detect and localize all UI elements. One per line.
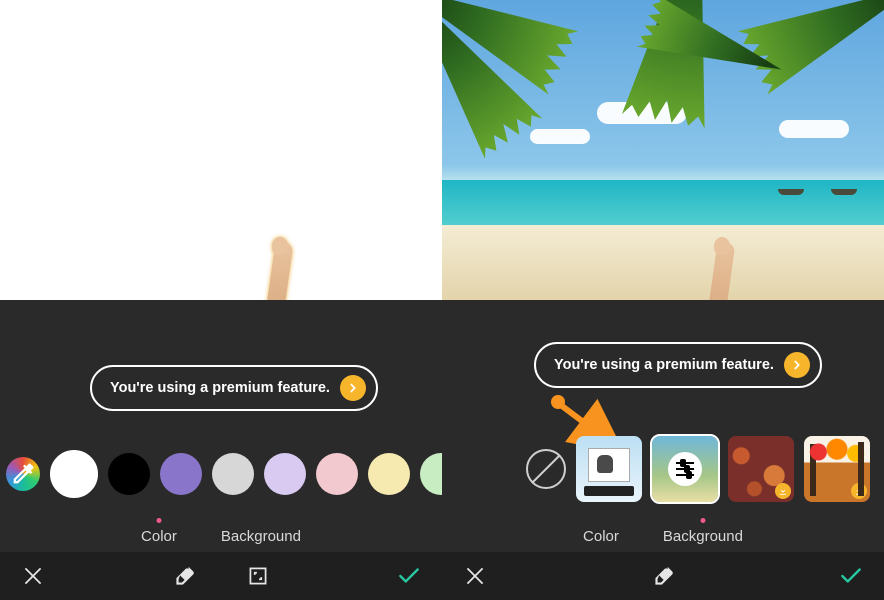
tabs-row: Color Background: [442, 520, 884, 545]
premium-banner[interactable]: You're using a premium feature.: [534, 342, 822, 388]
premium-banner-text: You're using a premium feature.: [110, 380, 330, 396]
eraser-button[interactable]: [650, 563, 676, 589]
swatch-white[interactable]: [50, 450, 98, 498]
bg-thumb-adjust[interactable]: [652, 436, 718, 502]
swatch-pink[interactable]: [316, 453, 358, 495]
tabs-row: Color Background: [0, 520, 442, 545]
confirm-button[interactable]: [838, 563, 864, 589]
premium-banner[interactable]: You're using a premium feature.: [90, 365, 378, 411]
color-swatch-row: [0, 444, 442, 504]
cancel-button[interactable]: [462, 563, 488, 589]
eraser-button[interactable]: [171, 563, 197, 589]
swatch-lilac[interactable]: [264, 453, 306, 495]
premium-go-icon: [340, 375, 366, 401]
background-thumb-row: [442, 434, 884, 504]
cancel-button[interactable]: [20, 563, 46, 589]
tab-color[interactable]: Color: [141, 520, 177, 545]
bg-thumb-autumn-trees[interactable]: [804, 436, 870, 502]
swatch-black[interactable]: [108, 453, 150, 495]
bottom-bar: [442, 552, 884, 600]
preview-with-beach-bg: [442, 0, 884, 300]
bg-none-button[interactable]: [526, 449, 566, 489]
eyedropper-button[interactable]: [6, 457, 40, 491]
bg-thumb-pattern-floral[interactable]: [728, 436, 794, 502]
preview-cutout-on-white: [0, 0, 442, 300]
panel-background-editor: You're using a premium feature.: [442, 0, 884, 600]
swatch-cream[interactable]: [368, 453, 410, 495]
swatch-purple[interactable]: [160, 453, 202, 495]
download-icon: [775, 483, 791, 499]
bg-thumb-custom-photo[interactable]: [576, 436, 642, 502]
download-icon: [851, 483, 867, 499]
swatch-lightgray[interactable]: [212, 453, 254, 495]
sliders-icon: [668, 452, 702, 486]
premium-banner-text: You're using a premium feature.: [554, 357, 774, 373]
crop-button[interactable]: [245, 563, 271, 589]
tab-color[interactable]: Color: [583, 520, 619, 545]
tab-background[interactable]: Background: [663, 520, 743, 545]
bottom-bar: [0, 552, 442, 600]
confirm-button[interactable]: [396, 563, 422, 589]
tab-background[interactable]: Background: [221, 520, 301, 545]
premium-go-icon: [784, 352, 810, 378]
panel-color-editor: You're using a premium feature. Color: [0, 0, 442, 600]
